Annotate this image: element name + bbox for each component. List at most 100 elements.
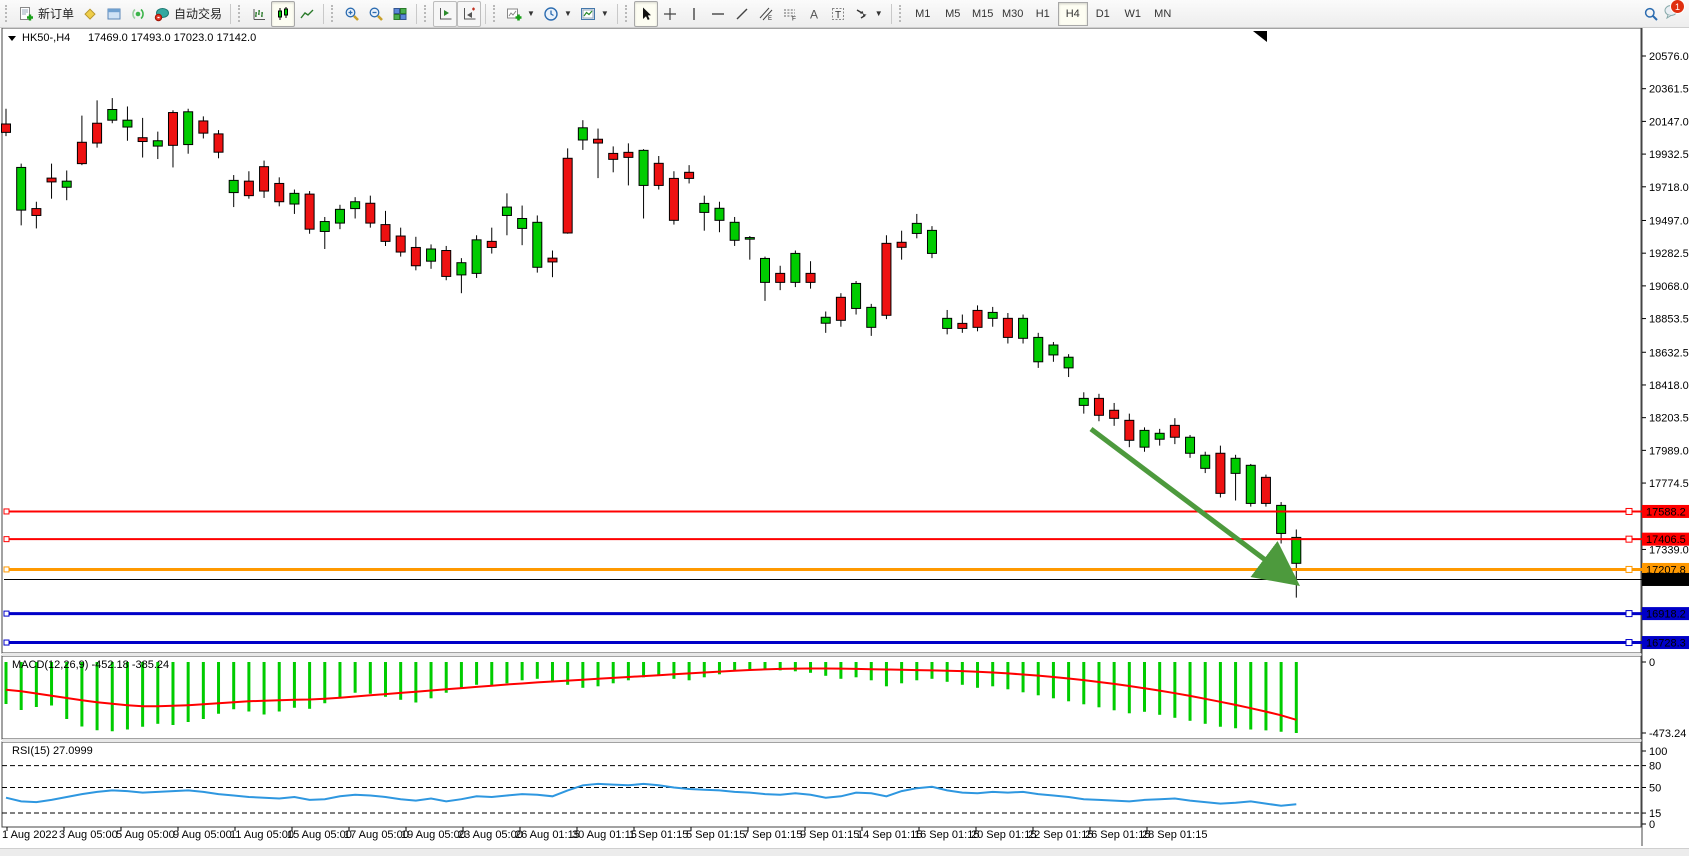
pane-frame xyxy=(2,742,1641,827)
tab-timeframe-h1[interactable]: H1 xyxy=(1028,2,1058,26)
candlestick-chart-button[interactable] xyxy=(271,1,295,27)
svg-text:-473.24: -473.24 xyxy=(1649,728,1686,740)
tab-timeframe-m1[interactable]: M1 xyxy=(908,2,938,26)
zoom-in-icon xyxy=(344,6,360,22)
ohlc-quote: 17469.0 17493.0 17023.0 17142.0 xyxy=(88,32,256,44)
indicators-button[interactable]: ▼ xyxy=(502,1,539,27)
tab-timeframe-m30[interactable]: M30 xyxy=(998,2,1028,26)
crosshair-button[interactable] xyxy=(658,1,682,27)
cursor-button[interactable] xyxy=(634,1,658,27)
svg-text:18203.5: 18203.5 xyxy=(1649,413,1689,425)
candle xyxy=(912,223,921,233)
horizontal-line-icon xyxy=(710,6,726,22)
svg-text:28 Sep 01:15: 28 Sep 01:15 xyxy=(1142,829,1207,841)
svg-text:19932.5: 19932.5 xyxy=(1649,149,1689,161)
cursor-icon xyxy=(638,6,654,22)
candle xyxy=(806,273,815,282)
svg-text:11 Aug 05:00: 11 Aug 05:00 xyxy=(230,829,294,841)
zoom-out-button[interactable] xyxy=(364,1,388,27)
pane-divider[interactable] xyxy=(2,653,1641,656)
toolbar-grip xyxy=(5,5,10,22)
symbol-label: HK50-,H4 xyxy=(22,32,70,44)
tab-timeframe-h4[interactable]: H4 xyxy=(1058,2,1088,26)
svg-text:18418.0: 18418.0 xyxy=(1649,380,1689,392)
line-chart-button[interactable] xyxy=(295,1,319,27)
candle xyxy=(108,110,117,121)
candle xyxy=(335,209,344,223)
candle xyxy=(700,203,709,212)
market-depth-button[interactable] xyxy=(78,1,102,27)
auto-trading-button[interactable]: 自动交易 xyxy=(150,1,226,27)
search-button[interactable] xyxy=(1639,1,1663,27)
tab-timeframe-mn[interactable]: MN xyxy=(1148,2,1178,26)
templates-button[interactable]: ▼ xyxy=(576,1,613,27)
svg-text:0: 0 xyxy=(1649,819,1655,831)
horizontal-line-button[interactable] xyxy=(706,1,730,27)
equidistant-channel-icon: E xyxy=(758,6,774,22)
text-label-button[interactable]: T xyxy=(826,1,850,27)
candle xyxy=(609,153,618,159)
search-icon xyxy=(1643,6,1659,22)
tab-timeframe-w1[interactable]: W1 xyxy=(1118,2,1148,26)
pane-divider[interactable] xyxy=(2,739,1641,742)
svg-text:5 Sep 01:15: 5 Sep 01:15 xyxy=(686,829,745,841)
svg-text:17 Aug 05:00: 17 Aug 05:00 xyxy=(344,829,409,841)
new-order-button[interactable]: 新订单 xyxy=(14,1,78,27)
equidistant-channel-button[interactable]: E xyxy=(754,1,778,27)
zoom-in-button[interactable] xyxy=(340,1,364,27)
chart-window-button[interactable] xyxy=(102,1,126,27)
candle xyxy=(1049,345,1058,355)
text-label-icon: T xyxy=(830,6,846,22)
chart-window-icon xyxy=(106,6,122,22)
candle xyxy=(411,247,420,265)
candle xyxy=(1170,425,1179,437)
candle xyxy=(533,222,542,267)
arrows-button[interactable]: ▼ xyxy=(850,1,887,27)
new-order-label: 新订单 xyxy=(38,5,74,22)
candle xyxy=(518,219,527,229)
candle xyxy=(396,236,405,252)
line-handle xyxy=(4,611,9,616)
auto-trading-label: 自动交易 xyxy=(174,5,222,22)
toolbar-separator xyxy=(323,4,324,24)
candle xyxy=(761,258,770,282)
bar-chart-button[interactable] xyxy=(247,1,271,27)
shift-end-button[interactable] xyxy=(433,1,457,27)
fibonacci-button[interactable]: F xyxy=(778,1,802,27)
line-handle xyxy=(1626,640,1632,646)
bar-chart-icon xyxy=(251,6,267,22)
candle xyxy=(685,172,694,178)
candle xyxy=(1110,410,1119,418)
candle xyxy=(427,249,436,261)
line-handle xyxy=(4,567,9,572)
candle xyxy=(17,167,26,210)
text-button[interactable]: A xyxy=(802,1,826,27)
candle xyxy=(867,307,876,327)
toolbar-separator xyxy=(617,4,618,24)
signals-button[interactable] xyxy=(126,1,150,27)
auto-shift-button[interactable] xyxy=(457,1,481,27)
candle xyxy=(1140,430,1149,447)
svg-text:15 Aug 05:00: 15 Aug 05:00 xyxy=(287,829,352,841)
tab-timeframe-m5[interactable]: M5 xyxy=(938,2,968,26)
toolbar-separator xyxy=(891,4,892,24)
tab-timeframe-m15[interactable]: M15 xyxy=(968,2,998,26)
crosshair-icon xyxy=(662,6,678,22)
svg-text:14 Sep 01:15: 14 Sep 01:15 xyxy=(857,829,922,841)
tab-timeframe-d1[interactable]: D1 xyxy=(1088,2,1118,26)
candle xyxy=(487,241,496,247)
svg-text:16918.2: 16918.2 xyxy=(1646,609,1686,621)
time-axis[interactable]: 1 Aug 20223 Aug 05:005 Aug 05:009 Aug 05… xyxy=(2,827,1207,841)
trend-line-button[interactable] xyxy=(730,1,754,27)
candle xyxy=(260,167,269,191)
arrows-icon xyxy=(854,6,870,22)
candle xyxy=(1064,357,1073,368)
vertical-line-icon xyxy=(686,6,702,22)
candle xyxy=(366,203,375,223)
tile-windows-button[interactable] xyxy=(388,1,412,27)
chart-canvas[interactable]: 20576.020361.520147.019932.519718.019497… xyxy=(0,28,1689,848)
vertical-line-button[interactable] xyxy=(682,1,706,27)
periods-button[interactable]: ▼ xyxy=(539,1,576,27)
candle xyxy=(184,112,193,145)
chat-button[interactable]: 1 xyxy=(1663,3,1679,24)
